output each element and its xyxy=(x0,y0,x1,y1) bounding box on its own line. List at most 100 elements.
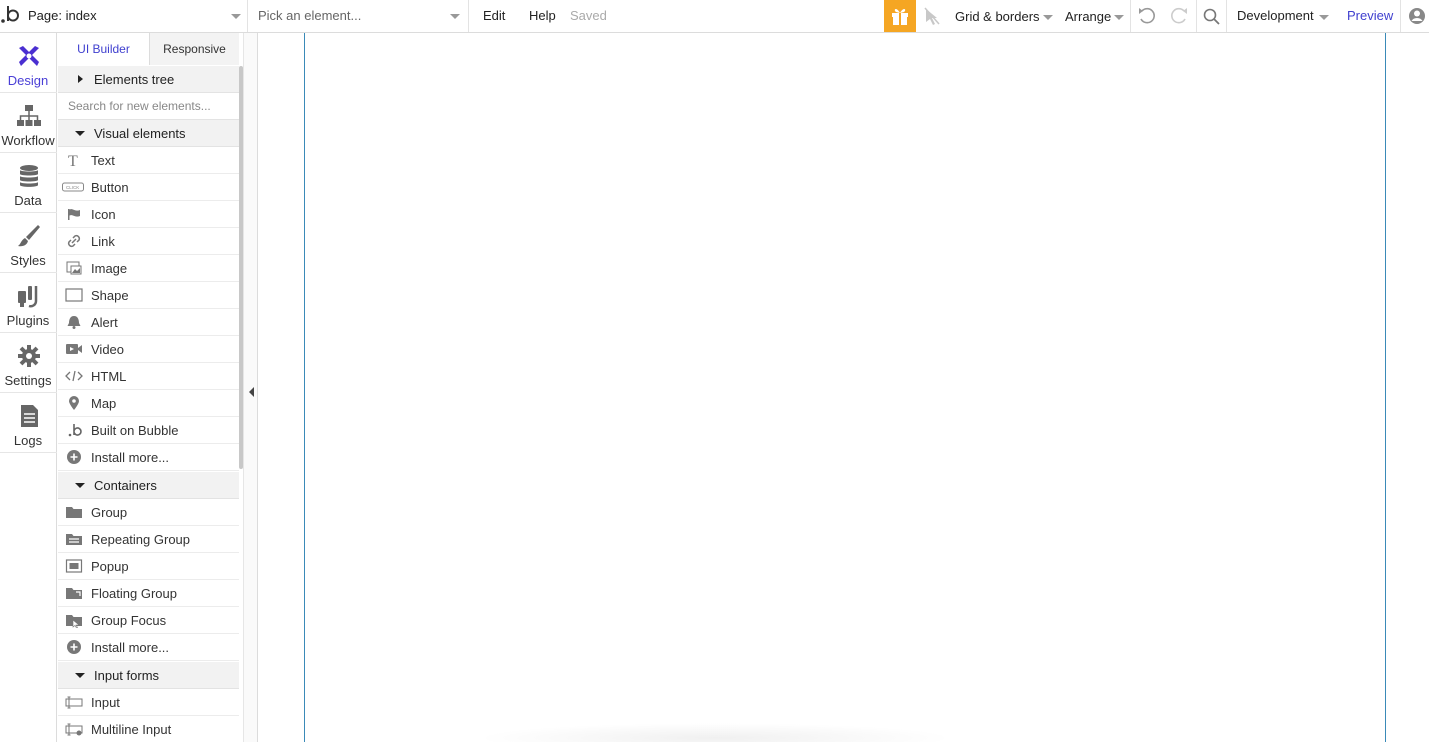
redo-button[interactable] xyxy=(1165,0,1193,32)
elements-panel: UI Builder Responsive Elements tree Visu… xyxy=(58,33,239,742)
arrange-menu[interactable]: Arrange xyxy=(1065,9,1111,24)
svg-text:CLICK: CLICK xyxy=(66,185,79,190)
element-label: Text xyxy=(91,153,115,168)
nav-plugins[interactable]: Plugins xyxy=(0,273,57,333)
nav-workflow[interactable]: Workflow xyxy=(0,93,57,153)
element-repeating-group[interactable]: Repeating Group xyxy=(58,526,239,553)
nav-data[interactable]: Data xyxy=(0,153,57,213)
editor-canvas[interactable] xyxy=(258,33,1429,742)
repeating-group-icon xyxy=(66,534,82,545)
grid-borders-menu[interactable]: Grid & borders xyxy=(955,9,1040,24)
image-icon xyxy=(66,261,82,275)
multiline-input-icon xyxy=(65,723,83,736)
element-label: Group Focus xyxy=(91,613,167,628)
chevron-down-icon xyxy=(1319,15,1329,20)
group-focus-icon xyxy=(66,615,82,628)
element-link[interactable]: Link xyxy=(58,228,239,255)
collapse-left-icon xyxy=(249,387,254,397)
element-alert[interactable]: Alert xyxy=(58,309,239,336)
preview-button[interactable]: Preview xyxy=(1347,8,1393,23)
element-label: Floating Group xyxy=(91,586,177,601)
undo-button[interactable] xyxy=(1133,0,1161,32)
element-image[interactable]: Image xyxy=(58,255,239,282)
gift-button[interactable] xyxy=(884,0,916,32)
nav-logs[interactable]: Logs xyxy=(0,393,57,453)
element-picker[interactable]: Pick an element... xyxy=(249,0,469,32)
section-containers[interactable]: Containers xyxy=(58,472,239,499)
elements-tree-toggle[interactable]: Elements tree xyxy=(58,66,239,93)
cursor-icon xyxy=(924,7,940,25)
svg-text:T: T xyxy=(68,153,78,168)
save-status: Saved xyxy=(570,8,607,23)
element-text[interactable]: T Text xyxy=(58,147,239,174)
page-selector[interactable]: Page: index xyxy=(22,0,248,32)
tab-ui-builder[interactable]: UI Builder xyxy=(58,33,150,65)
element-map[interactable]: Map xyxy=(58,390,239,417)
element-install-more-visual[interactable]: Install more... xyxy=(58,444,239,471)
element-input[interactable]: Input xyxy=(58,689,239,716)
chevron-down-icon xyxy=(1043,15,1053,20)
nav-settings[interactable]: Settings xyxy=(0,333,57,393)
element-shape[interactable]: Shape xyxy=(58,282,239,309)
map-pin-icon xyxy=(69,396,79,410)
section-input-forms-label: Input forms xyxy=(94,668,160,683)
element-label: Built on Bubble xyxy=(91,423,179,438)
element-install-more-containers[interactable]: Install more... xyxy=(58,634,239,661)
element-multiline-input[interactable]: Multiline Input xyxy=(58,716,239,742)
element-popup[interactable]: Popup xyxy=(58,553,239,580)
element-label: Map xyxy=(91,396,117,411)
environment-selector[interactable]: Development xyxy=(1237,8,1314,23)
element-label: Input xyxy=(91,695,120,710)
nav-design-label: Design xyxy=(7,73,49,88)
bubble-logo-icon[interactable] xyxy=(0,0,22,32)
plus-circle-icon xyxy=(67,640,81,654)
menu-edit[interactable]: Edit xyxy=(483,8,505,23)
element-group-focus[interactable]: Group Focus xyxy=(58,607,239,634)
element-picker-placeholder: Pick an element... xyxy=(258,8,362,23)
element-floating-group[interactable]: Floating Group xyxy=(58,580,239,607)
nav-design[interactable]: Design xyxy=(0,33,57,93)
chevron-down-icon xyxy=(1114,15,1124,20)
undo-icon xyxy=(1139,7,1155,24)
logs-icon xyxy=(21,405,38,427)
element-label: Multiline Input xyxy=(91,722,172,737)
left-nav-rail: Design Workflow Data Styles Plugins Sett… xyxy=(0,33,57,742)
element-label: Shape xyxy=(91,288,129,303)
element-video[interactable]: Video xyxy=(58,336,239,363)
panel-tabs: UI Builder Responsive xyxy=(58,33,239,65)
gift-icon xyxy=(892,9,908,25)
tab-responsive[interactable]: Responsive xyxy=(150,33,239,65)
element-html[interactable]: HTML xyxy=(58,363,239,390)
chevron-down-icon xyxy=(231,14,241,19)
element-icon[interactable]: Icon xyxy=(58,201,239,228)
search-icon xyxy=(1203,8,1220,25)
divider xyxy=(1130,0,1131,32)
panel-collapse-strip[interactable] xyxy=(243,33,258,742)
element-label: Link xyxy=(91,234,115,249)
button-icon: CLICK xyxy=(62,182,84,192)
nav-data-label: Data xyxy=(14,193,42,208)
search-button[interactable] xyxy=(1198,0,1226,32)
nav-styles[interactable]: Styles xyxy=(0,213,57,273)
element-label: Install more... xyxy=(91,640,170,655)
element-search-input[interactable] xyxy=(58,93,239,119)
nav-workflow-label: Workflow xyxy=(1,133,55,148)
element-button[interactable]: CLICK Button xyxy=(58,174,239,201)
menu-help[interactable]: Help xyxy=(529,8,556,23)
page-frame[interactable] xyxy=(304,33,1386,742)
element-built-on-bubble[interactable]: Built on Bubble xyxy=(58,417,239,444)
section-input-forms[interactable]: Input forms xyxy=(58,662,239,689)
account-button[interactable] xyxy=(1404,0,1429,32)
section-visual-elements[interactable]: Visual elements xyxy=(58,120,239,147)
element-group[interactable]: Group xyxy=(58,499,239,526)
caret-down-icon xyxy=(75,673,85,678)
plugins-icon xyxy=(18,286,38,308)
folder-icon xyxy=(66,507,82,518)
element-label: Icon xyxy=(91,207,116,222)
video-icon xyxy=(66,344,82,354)
page-selector-label: Page: index xyxy=(28,8,97,23)
select-cursor-button[interactable] xyxy=(918,0,946,32)
chevron-down-icon xyxy=(450,14,460,19)
text-icon: T xyxy=(68,153,78,168)
caret-down-icon xyxy=(75,131,85,136)
